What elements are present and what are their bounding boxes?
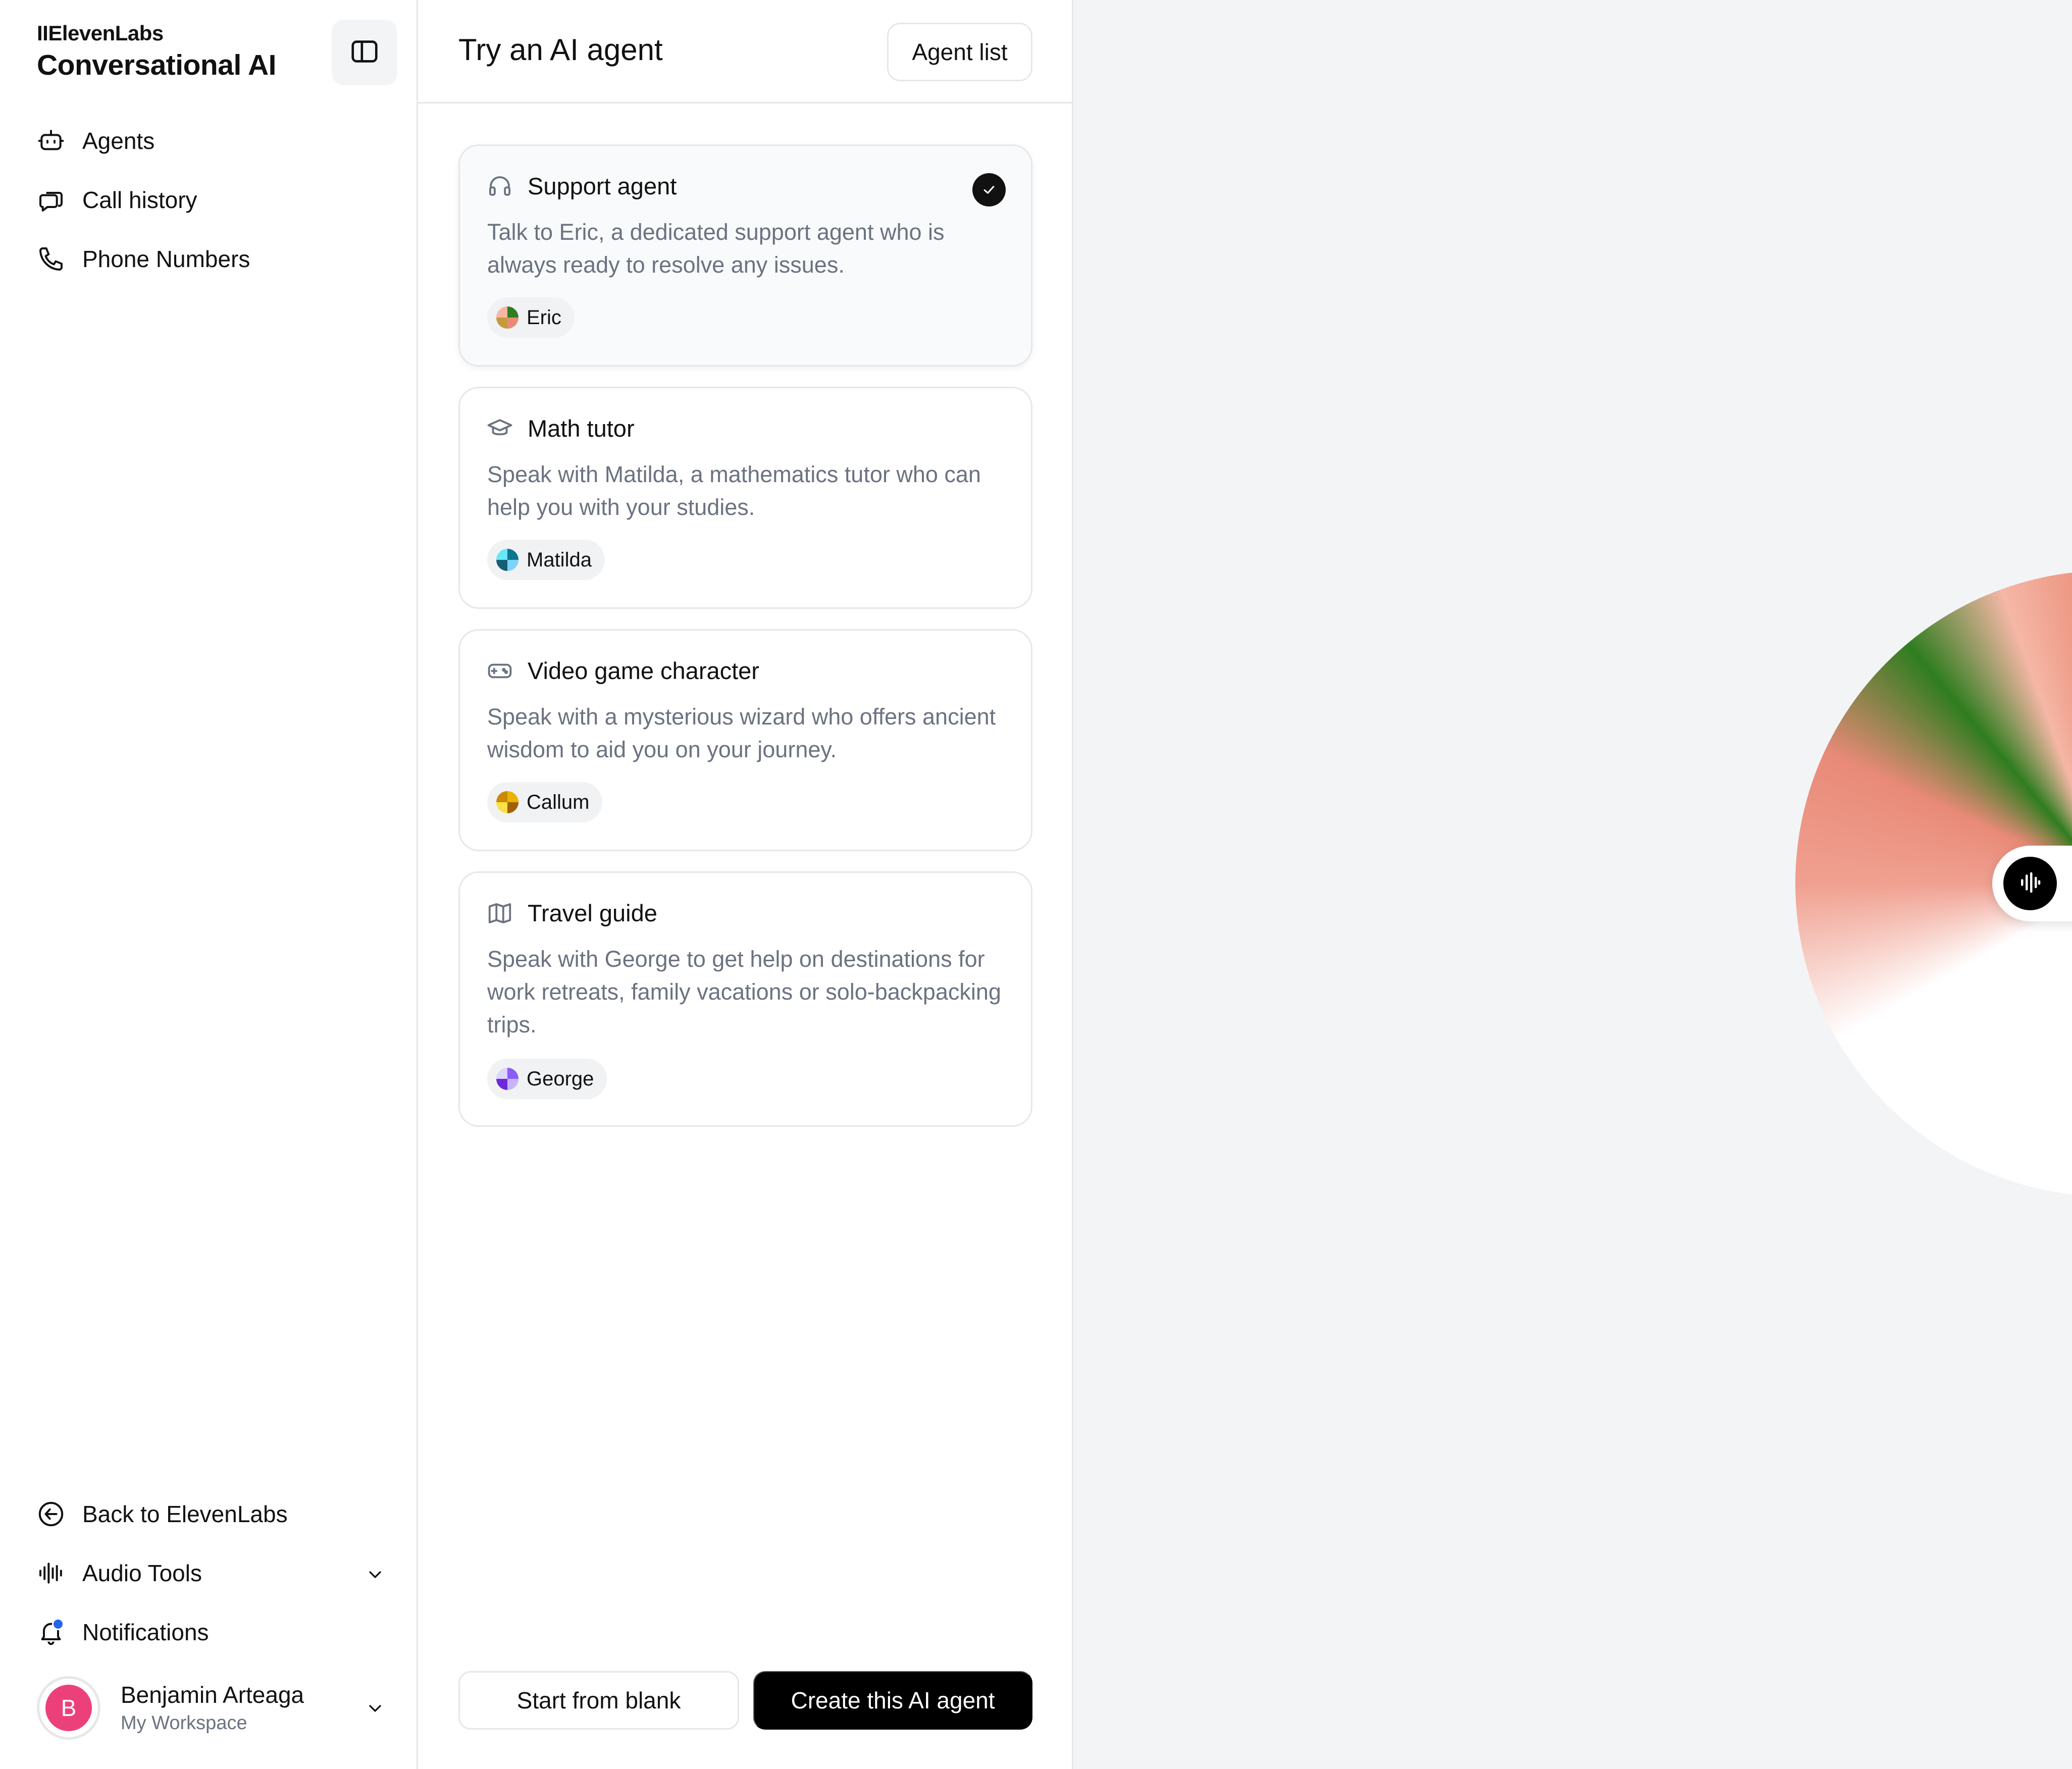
chevron-down-icon [365, 1563, 385, 1583]
agent-card-math-tutor[interactable]: Math tutor Speak with Matilda, a mathema… [458, 387, 1032, 609]
start-from-blank-button[interactable]: Start from blank [458, 1671, 739, 1730]
start-call-button[interactable] [2003, 857, 2057, 910]
voice-orb [496, 306, 519, 329]
avatar: B [37, 1676, 100, 1740]
panel-header: Try an AI agent Agent list [418, 0, 1072, 103]
waveform-icon [37, 1559, 65, 1587]
page-title: Try an AI agent [458, 33, 663, 67]
headset-icon [486, 173, 513, 200]
card-title: Math tutor [528, 415, 635, 442]
agent-card-travel-guide[interactable]: Travel guide Speak with George to get he… [458, 871, 1032, 1127]
card-header: Video game character [486, 657, 759, 685]
sidebar-item-label: Audio Tools [82, 1560, 202, 1586]
sidebar-item-label: Agents [82, 128, 155, 154]
voice-pill: George [487, 1059, 607, 1099]
voice-name: George [527, 1067, 594, 1090]
card-description: Talk to Eric, a dedicated support agent … [487, 219, 945, 278]
sidebar-toggle-button[interactable] [332, 20, 397, 85]
sidebar-item-label: Call history [82, 187, 197, 213]
voice-orb [496, 791, 519, 813]
voice-name: Matilda [527, 548, 592, 571]
agent-card-video-game[interactable]: Video game character Speak with a myster… [458, 629, 1032, 851]
card-header: Travel guide [486, 899, 657, 927]
product-title: Conversational AI [37, 49, 277, 81]
user-menu[interactable]: B Benjamin Arteaga My Workspace [37, 1676, 385, 1742]
sidebar-item-label: Phone Numbers [82, 246, 250, 272]
map-icon [486, 900, 513, 927]
card-title: Support agent [528, 173, 677, 199]
voice-pill: Matilda [487, 540, 605, 580]
voice-orb [496, 549, 519, 571]
voice-name: Eric [527, 306, 561, 329]
check-icon [972, 173, 1006, 206]
sidebar-toggle-icon [349, 36, 380, 70]
card-description: Speak with a mysterious wizard who offer… [487, 704, 996, 762]
sidebar: IIElevenLabs Conversational AI Agents Ca… [0, 0, 418, 1769]
avatar-initial: B [45, 1685, 92, 1731]
agent-list-button[interactable]: Agent list [887, 23, 1032, 81]
chevron-down-icon [365, 1698, 385, 1719]
user-name: Benjamin Arteaga [121, 1682, 304, 1708]
waveform-icon [2016, 869, 2044, 899]
voice-name: Callum [527, 791, 590, 813]
graduation-cap-icon [486, 415, 513, 442]
phone-icon [37, 245, 65, 273]
sidebar-item-call-history[interactable]: Call history [37, 177, 197, 223]
bot-icon [37, 127, 65, 155]
card-header: Math tutor [486, 414, 635, 442]
agent-preview-stage [1073, 0, 2072, 1769]
gamepad-icon [486, 657, 513, 685]
create-agent-button[interactable]: Create this AI agent [753, 1671, 1032, 1730]
voice-pill: Callum [487, 782, 603, 822]
bell-icon [37, 1618, 65, 1646]
back-to-elevenlabs-link[interactable]: Back to ElevenLabs [37, 1491, 288, 1537]
agent-template-panel: Try an AI agent Agent list Support agent… [418, 0, 1073, 1769]
sidebar-item-audio-tools[interactable]: Audio Tools [37, 1550, 385, 1596]
card-header: Support agent [486, 172, 677, 200]
sidebar-item-notifications[interactable]: Notifications [37, 1609, 209, 1655]
agent-card-support[interactable]: Support agent Talk to Eric, a dedicated … [458, 144, 1032, 367]
sidebar-item-phone-numbers[interactable]: Phone Numbers [37, 236, 250, 282]
sidebar-item-label: Back to ElevenLabs [82, 1501, 288, 1527]
notification-dot [52, 1618, 64, 1630]
sidebar-item-agents[interactable]: Agents [37, 118, 154, 164]
sidebar-item-label: Notifications [82, 1619, 209, 1645]
chat-bubbles-icon [37, 186, 65, 214]
card-description: Speak with Matilda, a mathematics tutor … [487, 461, 981, 520]
arrow-left-circle-icon [37, 1500, 65, 1528]
voice-pill: Eric [487, 297, 575, 338]
workspace-name: My Workspace [121, 1712, 247, 1734]
card-description: Speak with George to get help on destina… [487, 946, 1001, 1037]
elevenlabs-logo[interactable]: IIElevenLabs [37, 21, 164, 45]
voice-orb [496, 1068, 519, 1090]
card-title: Video game character [528, 657, 759, 684]
card-title: Travel guide [528, 900, 657, 926]
